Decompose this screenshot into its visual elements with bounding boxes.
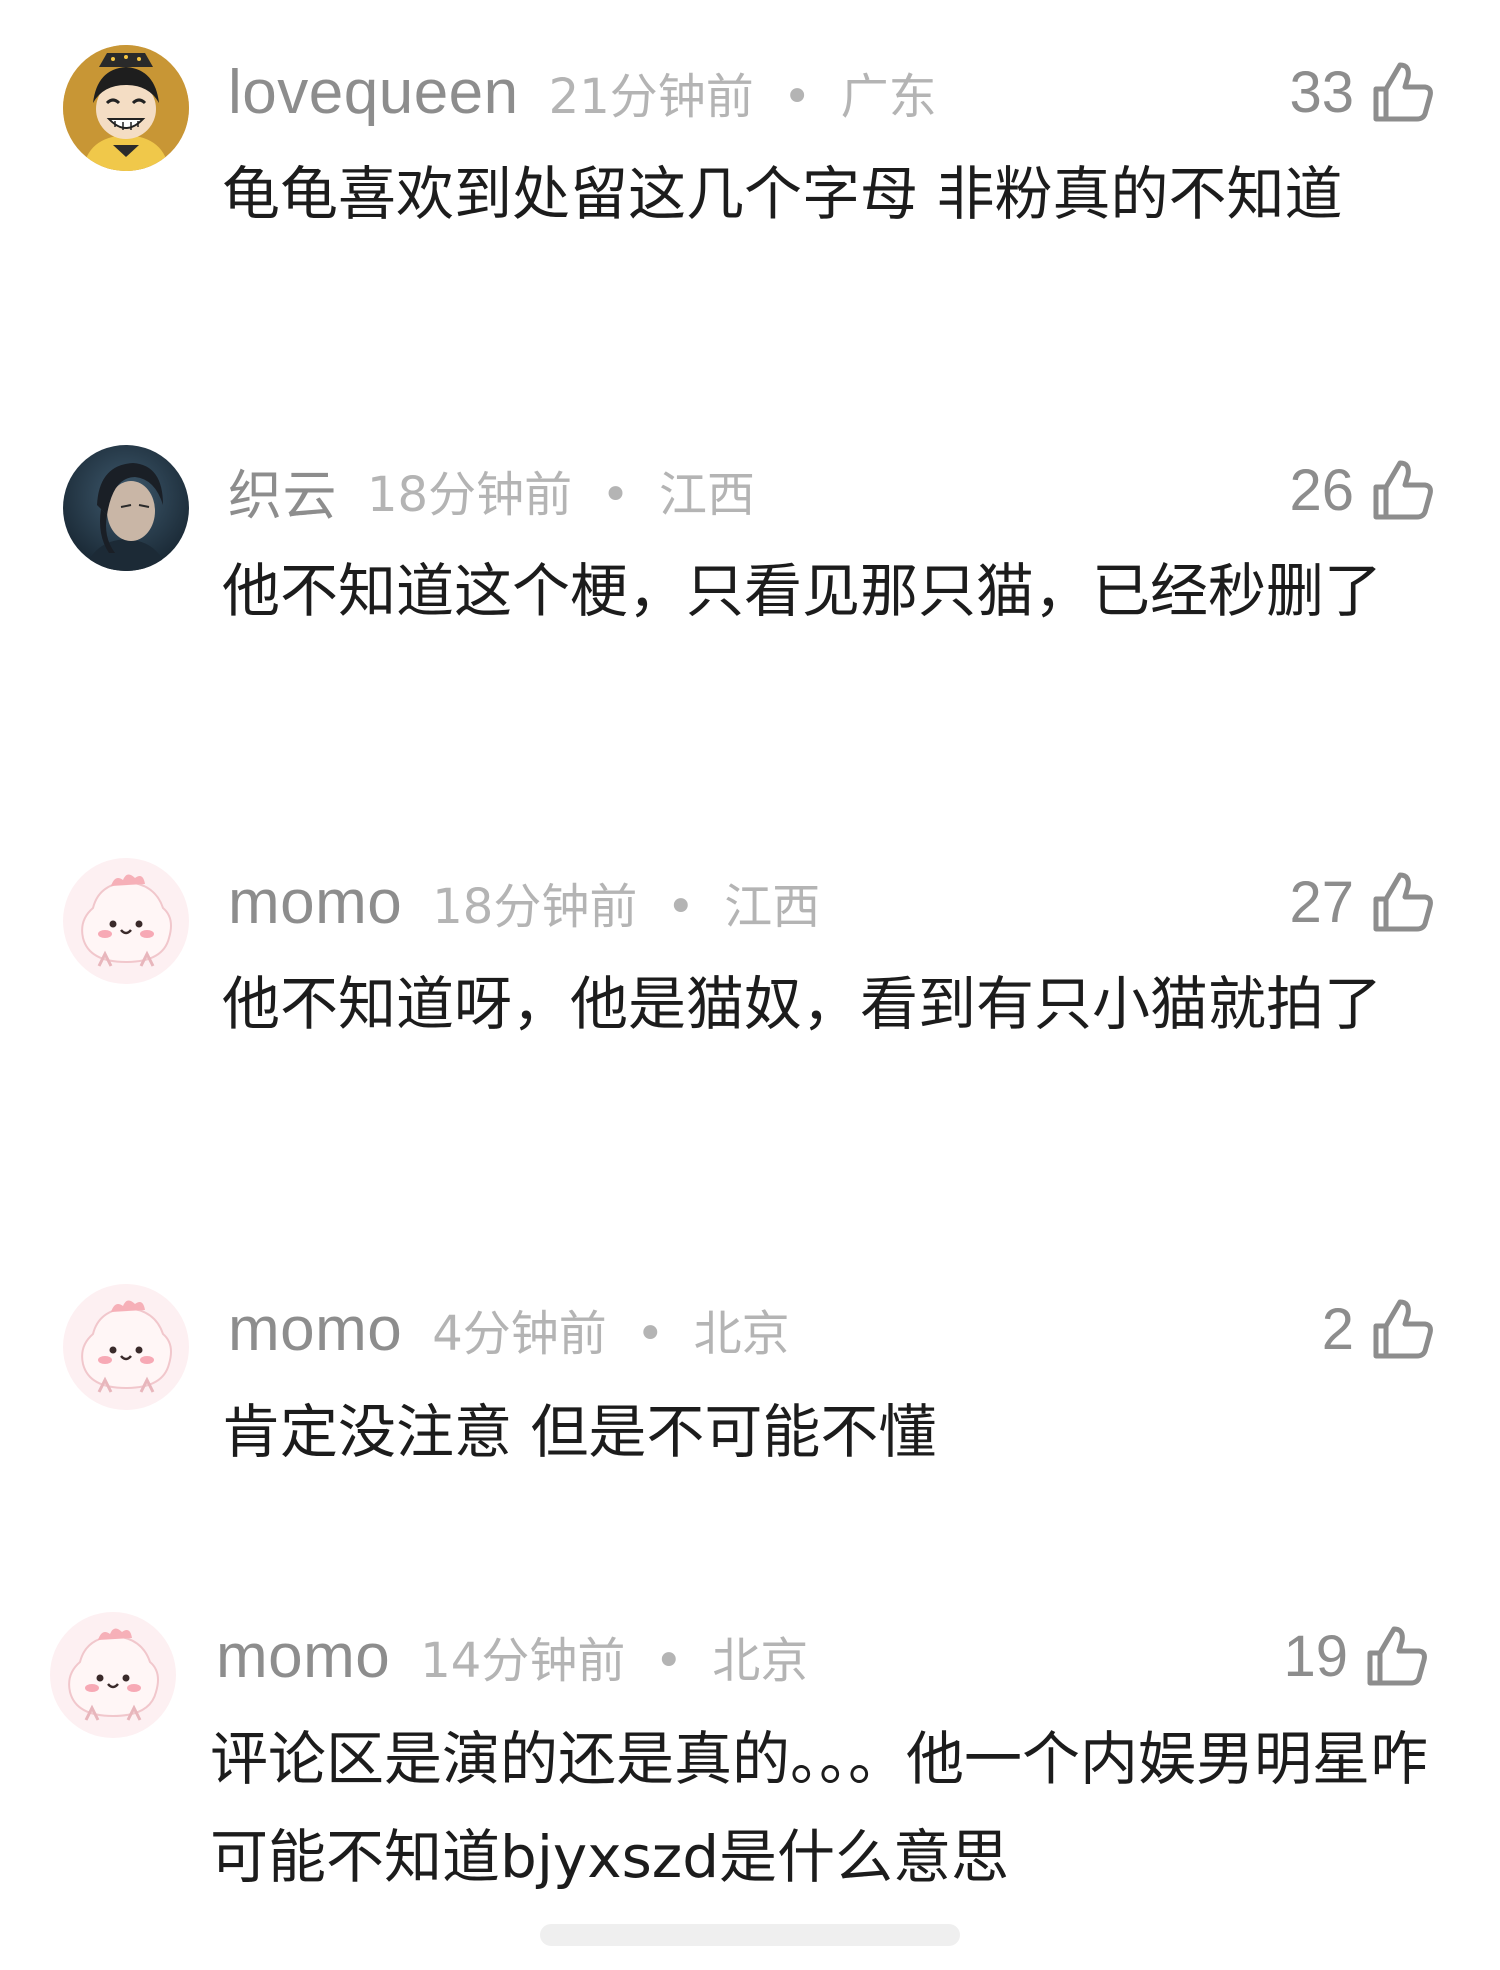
comment-info: 14分钟前 • 北京 [420, 1621, 808, 1691]
comment-text: 龟龟喜欢到处留这几个字母 非粉真的不知道 [222, 160, 1343, 228]
comment-text: 他不知道呀，他是猫奴，看到有只小猫就拍了 [222, 970, 1383, 1038]
comment-meta: momo 4分钟前 • 北京 [228, 1289, 790, 1369]
comment-meta: momo 18分钟前 • 江西 [228, 862, 820, 942]
like-count: 27 [1289, 869, 1354, 935]
like-count: 26 [1289, 457, 1354, 523]
comment-text: 评论区是演的还是真的。。。他一个内娱男明星咋可能不知道bjyxszd是什么意思 [210, 1725, 1429, 1891]
like-button[interactable]: 19 [1283, 1616, 1430, 1696]
like-count: 2 [1321, 1296, 1354, 1362]
comment-location: 江西 [724, 879, 821, 935]
username[interactable]: momo [228, 867, 402, 938]
comment-info: 21分钟前 • 广东 [549, 57, 937, 127]
cartoon-character-avatar-icon [63, 45, 189, 171]
like-count: 19 [1283, 1623, 1348, 1689]
comment-time: 14分钟前 [420, 1633, 626, 1689]
like-button[interactable]: 2 [1322, 1289, 1436, 1369]
anime-portrait-avatar-icon [63, 445, 189, 571]
username[interactable]: 织云 [228, 451, 337, 530]
like-button[interactable]: 27 [1289, 862, 1436, 942]
avatar[interactable] [50, 1612, 176, 1738]
username[interactable]: momo [228, 1294, 402, 1365]
comment-meta: 织云 18分钟前 • 江西 [228, 450, 755, 530]
separator-dot: • [601, 467, 630, 523]
comment-meta: momo 14分钟前 • 北京 [216, 1616, 808, 1696]
comment-text: 肯定没注意 但是不可能不懂 [222, 1398, 937, 1466]
thumbs-up-icon[interactable] [1370, 1296, 1436, 1362]
comment-text: 他不知道这个梗，只看见那只猫，已经秒删了 [222, 557, 1383, 625]
thumbs-up-icon[interactable] [1370, 59, 1436, 125]
username[interactable]: lovequeen [228, 57, 519, 128]
comment-info: 18分钟前 • 江西 [367, 455, 755, 525]
comment-list: lovequeen 21分钟前 • 广东 33 龟龟喜欢到处留这几个字母 非粉真… [0, 0, 1500, 1970]
separator-dot: • [666, 879, 695, 935]
username[interactable]: momo [216, 1621, 390, 1692]
separator-dot: • [636, 1306, 665, 1362]
avatar[interactable] [63, 445, 189, 571]
avatar[interactable] [63, 45, 189, 171]
comment-time: 4分钟前 [432, 1306, 607, 1362]
thumbs-up-icon[interactable] [1370, 869, 1436, 935]
comment-time: 18分钟前 [432, 879, 638, 935]
comment-time: 18分钟前 [367, 467, 573, 523]
comment-location: 北京 [712, 1633, 809, 1689]
home-indicator [540, 1924, 960, 1946]
like-count: 33 [1289, 59, 1354, 125]
thumbs-up-icon[interactable] [1364, 1623, 1430, 1689]
separator-dot: • [783, 69, 812, 125]
pink-blob-avatar-icon [50, 1612, 176, 1738]
comment-time: 21分钟前 [548, 69, 754, 125]
comment-location: 广东 [840, 69, 937, 125]
like-button[interactable]: 26 [1289, 450, 1436, 530]
avatar[interactable] [63, 858, 189, 984]
comment-meta: lovequeen 21分钟前 • 广东 [228, 52, 937, 132]
separator-dot: • [654, 1633, 683, 1689]
pink-blob-avatar-icon [63, 1284, 189, 1410]
comment-info: 4分钟前 • 北京 [432, 1294, 789, 1364]
thumbs-up-icon[interactable] [1370, 457, 1436, 523]
comment-location: 江西 [658, 467, 755, 523]
comment-info: 18分钟前 • 江西 [432, 867, 820, 937]
avatar[interactable] [63, 1284, 189, 1410]
comment-location: 北京 [693, 1306, 790, 1362]
like-button[interactable]: 33 [1289, 52, 1436, 132]
pink-blob-avatar-icon [63, 858, 189, 984]
